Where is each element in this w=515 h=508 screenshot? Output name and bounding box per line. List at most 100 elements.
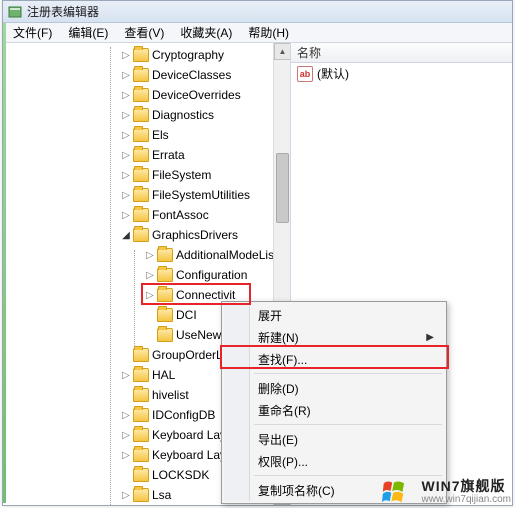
- tree-node-fontassoc[interactable]: ▷ FontAssoc: [5, 205, 290, 225]
- expand-icon[interactable]: ▷: [119, 128, 133, 142]
- menu-view[interactable]: 查看(V): [116, 22, 172, 43]
- no-expand-icon: [119, 468, 133, 482]
- content-area: ▷ Cryptography ▷ DeviceClasses ▷ DeviceOverri…: [3, 43, 512, 505]
- expand-icon[interactable]: ▷: [119, 88, 133, 102]
- menu-item-导出e[interactable]: 导出(E): [224, 428, 444, 450]
- folder-icon: [157, 288, 173, 302]
- menu-separator: [254, 373, 442, 374]
- scroll-up-icon[interactable]: ▲: [274, 43, 291, 60]
- tree-label: Cryptography: [152, 48, 224, 62]
- no-expand-icon: [143, 328, 157, 342]
- menu-file[interactable]: 文件(F): [5, 22, 60, 43]
- tree-label: DeviceClasses: [152, 68, 231, 82]
- expand-icon[interactable]: ▷: [119, 208, 133, 222]
- menu-item-新建n[interactable]: 新建(N)▶: [224, 326, 444, 348]
- menu-item-权限p[interactable]: 权限(P)...: [224, 450, 444, 472]
- tree-label: GraphicsDrivers: [152, 228, 238, 242]
- menu-item-查找f[interactable]: 查找(F)...: [224, 348, 444, 370]
- menu-item-删除d[interactable]: 删除(D): [224, 377, 444, 399]
- tree-node-filesystemutilities[interactable]: ▷ FileSystemUtilities: [5, 185, 290, 205]
- expand-icon[interactable]: ▷: [143, 288, 157, 302]
- folder-icon: [133, 228, 149, 242]
- tree-label: Errata: [152, 148, 185, 162]
- tree-label: FileSystemUtilities: [152, 188, 250, 202]
- expand-icon[interactable]: ▷: [119, 448, 133, 462]
- expand-icon[interactable]: ▷: [119, 368, 133, 382]
- tree-label: LOCKSDK: [152, 468, 209, 482]
- expand-icon[interactable]: ▷: [119, 428, 133, 442]
- folder-icon: [133, 368, 149, 382]
- value-name: (默认): [317, 65, 349, 82]
- no-expand-icon: [143, 308, 157, 322]
- watermark: WIN7旗舰版 www.win7qijian.com: [382, 478, 511, 506]
- menu-item-label: 删除(D): [258, 380, 299, 397]
- folder-icon: [133, 488, 149, 502]
- tree-node-cryptography[interactable]: ▷ Cryptography: [5, 45, 290, 65]
- folder-icon: [133, 428, 149, 442]
- expand-icon[interactable]: ▷: [119, 148, 133, 162]
- folder-icon: [133, 408, 149, 422]
- expand-icon[interactable]: ▷: [119, 68, 133, 82]
- tree-label: hivelist: [152, 388, 189, 402]
- tree-node-graphicsdrivers[interactable]: ◢ GraphicsDrivers: [5, 225, 290, 245]
- folder-icon: [133, 208, 149, 222]
- expand-icon[interactable]: ▷: [143, 268, 157, 282]
- folder-icon: [133, 108, 149, 122]
- value-row-default[interactable]: ab (默认): [291, 63, 512, 84]
- no-expand-icon: [119, 348, 133, 362]
- folder-icon: [133, 468, 149, 482]
- menu-help[interactable]: 帮助(H): [240, 22, 297, 43]
- scroll-thumb[interactable]: [276, 153, 289, 223]
- regedit-window: 注册表编辑器 文件(F) 编辑(E) 查看(V) 收藏夹(A) 帮助(H) ▷C…: [2, 0, 513, 506]
- expand-icon[interactable]: ▷: [119, 48, 133, 62]
- menu-item-label: 导出(E): [258, 431, 298, 448]
- expand-icon[interactable]: ▷: [143, 248, 157, 262]
- tree-node-errata[interactable]: ▷ Errata: [5, 145, 290, 165]
- menu-item-label: 展开: [258, 307, 282, 324]
- folder-icon: [133, 388, 149, 402]
- collapse-icon[interactable]: ◢: [119, 228, 133, 242]
- tree-node-configuration[interactable]: ▷Configuration: [5, 265, 290, 285]
- string-value-icon: ab: [297, 66, 313, 82]
- tree-node-deviceoverrides[interactable]: ▷ DeviceOverrides: [5, 85, 290, 105]
- menu-item-label: 复制项名称(C): [258, 482, 335, 499]
- folder-icon: [133, 448, 149, 462]
- tree-node-deviceclasses[interactable]: ▷ DeviceClasses: [5, 65, 290, 85]
- folder-icon: [157, 268, 173, 282]
- tree-node-additionalmodelis[interactable]: ▷ AdditionalModeLis: [5, 245, 290, 265]
- expand-icon[interactable]: ▷: [119, 168, 133, 182]
- expand-icon[interactable]: ▷: [119, 188, 133, 202]
- tree-label: Els: [152, 128, 169, 142]
- menubar: 文件(F) 编辑(E) 查看(V) 收藏夹(A) 帮助(H): [3, 23, 512, 43]
- column-header-name[interactable]: 名称: [291, 43, 512, 63]
- tree-label: AdditionalModeLis: [176, 248, 274, 262]
- tree-label: Connectivit: [176, 288, 235, 302]
- menu-favorites[interactable]: 收藏夹(A): [172, 22, 240, 43]
- tree-label: DeviceOverrides: [152, 88, 241, 102]
- menu-item-展开[interactable]: 展开: [224, 304, 444, 326]
- titlebar[interactable]: 注册表编辑器: [3, 1, 512, 23]
- folder-icon: [133, 68, 149, 82]
- tree-label: FontAssoc: [152, 208, 209, 222]
- context-menu: 展开新建(N)▶ 查找(F)... 删除(D) 重命名(R) 导出(E) 权限(P)...…: [221, 301, 447, 504]
- folder-icon: [133, 48, 149, 62]
- windows-logo-icon: [382, 478, 416, 506]
- left-decoration: [3, 23, 6, 503]
- tree-node-diagnostics[interactable]: ▷Diagnostics: [5, 105, 290, 125]
- tree-node-filesystem[interactable]: ▷ FileSystem: [5, 165, 290, 185]
- expand-icon[interactable]: ▷: [119, 488, 133, 502]
- folder-icon: [133, 88, 149, 102]
- app-icon: [7, 4, 23, 20]
- tree-node-els[interactable]: ▷ Els: [5, 125, 290, 145]
- menu-edit[interactable]: 编辑(E): [60, 22, 116, 43]
- expand-icon[interactable]: ▷: [119, 408, 133, 422]
- menu-separator: [254, 424, 442, 425]
- folder-icon: [133, 188, 149, 202]
- tree-label: FileSystem: [152, 168, 211, 182]
- menu-item-重命名r[interactable]: 重命名(R): [224, 399, 444, 421]
- folder-icon: [133, 128, 149, 142]
- folder-icon: [133, 348, 149, 362]
- menu-item-label: 查找(F)...: [258, 351, 307, 368]
- tree-label: Lsa: [152, 488, 171, 502]
- expand-icon[interactable]: ▷: [119, 108, 133, 122]
